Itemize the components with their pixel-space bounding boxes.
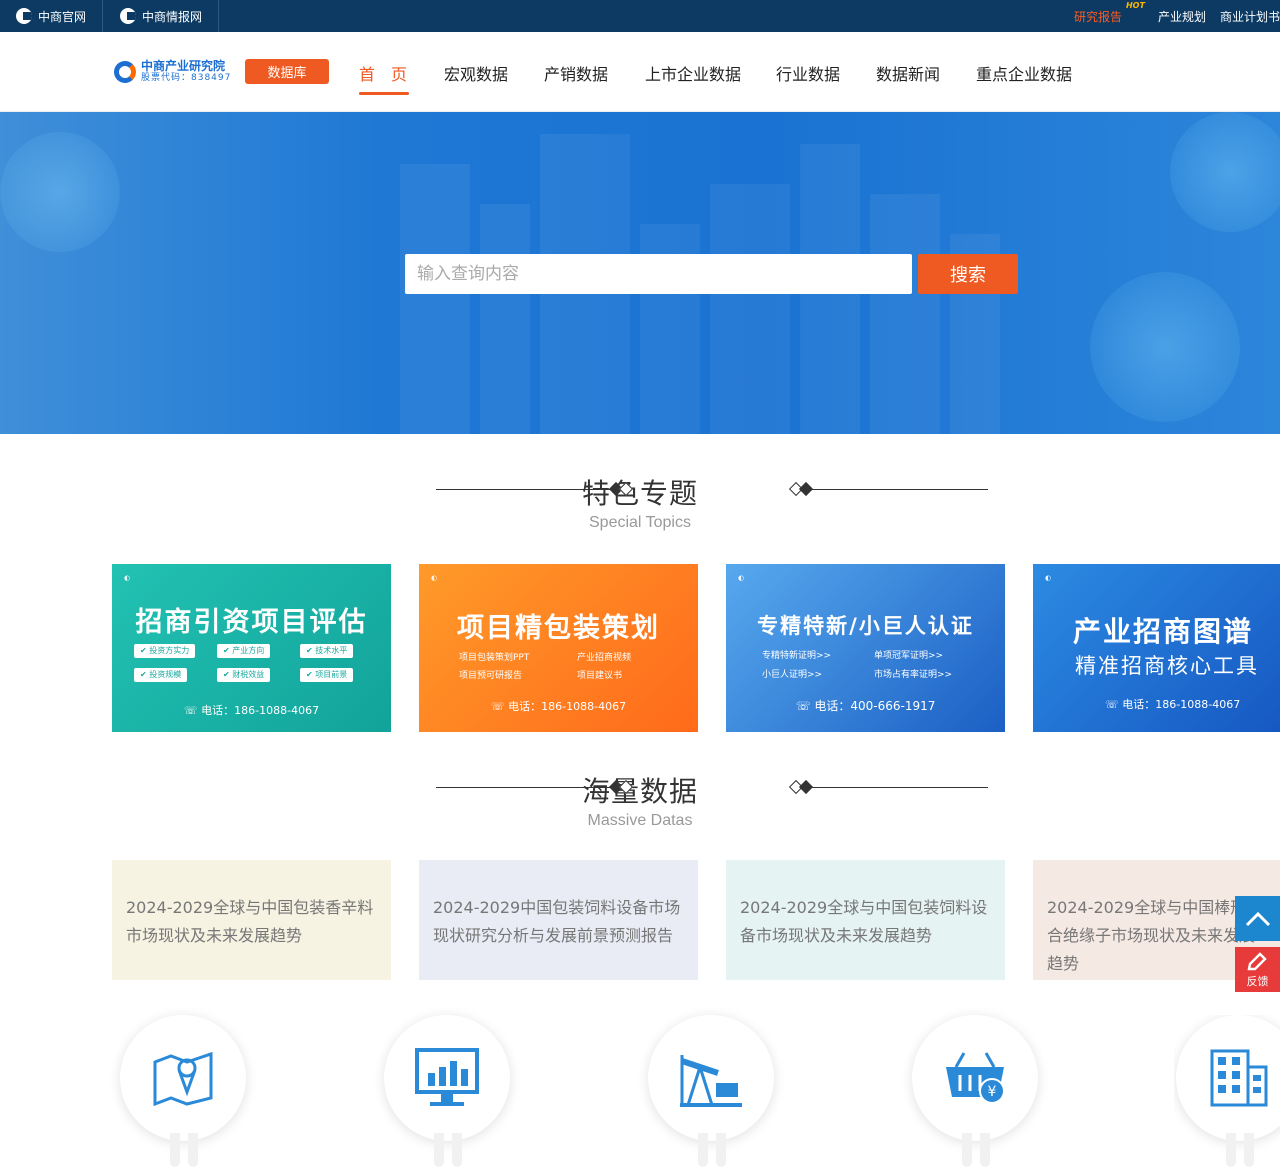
divider [102, 0, 103, 32]
svg-text:¥: ¥ [988, 1084, 997, 1100]
data-card-title: 2024-2029中国包装饲料设备市场现状研究分析与发展前景预测报告 [433, 898, 681, 945]
top-links: 研究报告 HOT 产业规划 商业计划书 [1060, 0, 1280, 32]
nav-macro-data[interactable]: 宏观数据 [444, 61, 508, 85]
section-title-massive: 海量数据 Massive Datas [0, 770, 1280, 830]
data-card[interactable]: 2024-2029全球与中国包装饲料设备市场现状及未来发展趋势 [726, 860, 1005, 980]
brand-logo[interactable]: 中商产业研究院 股票代码：838497 [114, 60, 231, 83]
nav-active-underline [359, 92, 409, 95]
top-link-planning[interactable]: 产业规划 [1158, 8, 1206, 25]
topic-title: 专精特新/小巨人认证 [757, 614, 974, 638]
nav-listed-company-data[interactable]: 上市企业数据 [645, 61, 741, 85]
category-buildings[interactable] [1174, 1015, 1280, 1167]
topic-title: 招商引资项目评估 [135, 607, 368, 638]
tag: ✔ 财税效益 [217, 668, 271, 682]
edit-icon [1247, 952, 1267, 971]
topic-card-specialized-certification[interactable]: ◐ 专精特新/小巨人认证 专精特新证明>> 单项冠军证明>> 小巨人证明>> 市… [726, 564, 1005, 732]
topic-subtitle: 精准招商核心工具 [1075, 654, 1259, 678]
section-heading: 海量数据 [581, 775, 698, 808]
logo-mini-icon [120, 8, 136, 24]
site-link-label: 中商情报网 [142, 9, 203, 24]
top-bar: 中商官网 中商情报网 研究报告 HOT 产业规划 商业计划书 [0, 0, 1280, 32]
site-link-label: 中商官网 [38, 9, 87, 24]
tag: 小巨人证明>> [762, 670, 823, 680]
building-icon [1210, 1049, 1268, 1107]
phone-text: ☏ 电话：400-666-1917 [795, 699, 936, 713]
tag: 市场占有率证明>> [874, 670, 953, 680]
header: 中商产业研究院 股票代码：838497 数据库 首 页 宏观数据 产销数据 上市… [0, 32, 1280, 112]
category-map[interactable] [118, 1015, 248, 1167]
tag: 单项冠军证明>> [874, 651, 944, 661]
tag: ✔ 投资方实力 [134, 644, 196, 658]
map-icon [153, 1051, 213, 1107]
section-subheading: Massive Datas [587, 812, 693, 829]
topic-card-project-packaging[interactable]: ◐ 项目精包装策划 项目包装策划PPT 产业招商视频 项目预可研报告 项目建议书… [419, 564, 698, 732]
feedback-label: 反馈 [1246, 975, 1269, 988]
hot-badge: HOT [1125, 0, 1145, 10]
topic-card-investment-map[interactable]: ◐ 产业招商图谱 精准招商核心工具 ☏ 电话：186-1088-4067 [1033, 564, 1280, 732]
category-energy[interactable] [646, 1015, 776, 1167]
category-statistics[interactable] [382, 1015, 512, 1167]
tag: ✔ 投资规模 [134, 668, 188, 682]
divider [218, 0, 219, 32]
site-link-official[interactable]: 中商官网 [16, 0, 86, 32]
phone-text: ☏ 电话：186-1088-4067 [183, 704, 320, 717]
nav-production-sales-data[interactable]: 产销数据 [544, 61, 608, 85]
brand-name: 中商产业研究院 [141, 59, 226, 73]
phone-text: ☏ 电话：186-1088-4067 [490, 700, 627, 713]
card-logo-icon: ◐ [124, 574, 131, 582]
data-card-title: 2024-2029全球与中国棒形组合绝缘子市场现状及未来发展趋势 [1047, 898, 1263, 973]
nav-data-news[interactable]: 数据新闻 [876, 61, 940, 85]
tag: 产业招商视频 [577, 653, 632, 663]
section-heading: 特色专题 [581, 477, 698, 510]
topic-title: 项目精包装策划 [457, 613, 660, 644]
oil-pump-icon [680, 1055, 742, 1107]
database-button[interactable]: 数据库 [245, 59, 329, 84]
tag: 项目建议书 [577, 671, 623, 681]
stock-code: 股票代码：838497 [141, 73, 232, 83]
tag: ✔ 产业方向 [217, 644, 271, 658]
card-logo-icon: ◐ [431, 574, 438, 582]
tag: ✔ 项目前景 [300, 668, 354, 682]
search-button[interactable]: 搜索 [918, 254, 1018, 294]
tag: 项目包装策划PPT [459, 653, 530, 663]
logo-mini-icon [16, 8, 32, 24]
tag: ✔ 技术水平 [300, 644, 354, 658]
top-link-business-plan[interactable]: 商业计划书 [1220, 8, 1280, 25]
tag: 专精特新证明>> [762, 651, 832, 661]
nav-home[interactable]: 首 页 [359, 61, 407, 85]
nav-industry-data[interactable]: 行业数据 [776, 61, 840, 85]
nav-key-enterprise-data[interactable]: 重点企业数据 [976, 61, 1072, 85]
tag: 项目预可研报告 [459, 671, 523, 681]
topic-title: 产业招商图谱 [1073, 615, 1254, 648]
brand-logo-icon [114, 60, 136, 83]
top-link-research[interactable]: 研究报告 HOT [1074, 1, 1145, 25]
back-to-top-button[interactable] [1235, 896, 1280, 941]
feedback-button[interactable]: 反馈 [1235, 947, 1280, 992]
category-consumption[interactable]: ¥ [910, 1015, 1040, 1167]
data-card[interactable]: 2024-2029全球与中国包装香辛料市场现状及未来发展趋势 [112, 860, 391, 980]
search-input[interactable] [405, 254, 912, 294]
site-link-intel[interactable]: 中商情报网 [120, 0, 202, 32]
data-card-title: 2024-2029全球与中国包装饲料设备市场现状及未来发展趋势 [740, 898, 988, 945]
section-subheading: Special Topics [589, 514, 691, 531]
card-logo-icon: ◐ [738, 574, 745, 582]
chevron-up-icon [1245, 911, 1270, 926]
data-card-title: 2024-2029全球与中国包装香辛料市场现状及未来发展趋势 [126, 898, 374, 945]
data-card[interactable]: 2024-2029中国包装饲料设备市场现状研究分析与发展前景预测报告 [419, 860, 698, 980]
section-title-topics: 特色专题 Special Topics [0, 472, 1280, 532]
card-logo-icon: ◐ [1045, 574, 1052, 582]
shopping-basket-icon: ¥ [946, 1052, 1005, 1104]
phone-text: ☏ 电话：186-1088-4067 [1105, 698, 1241, 711]
hero-banner: 搜索 [0, 112, 1280, 434]
monitor-chart-icon [415, 1048, 479, 1106]
topic-card-investment-evaluation[interactable]: ◐ 招商引资项目评估 ✔ 投资方实力 ✔ 产业方向 ✔ 技术水平 ✔ 投资规模 … [112, 564, 391, 732]
